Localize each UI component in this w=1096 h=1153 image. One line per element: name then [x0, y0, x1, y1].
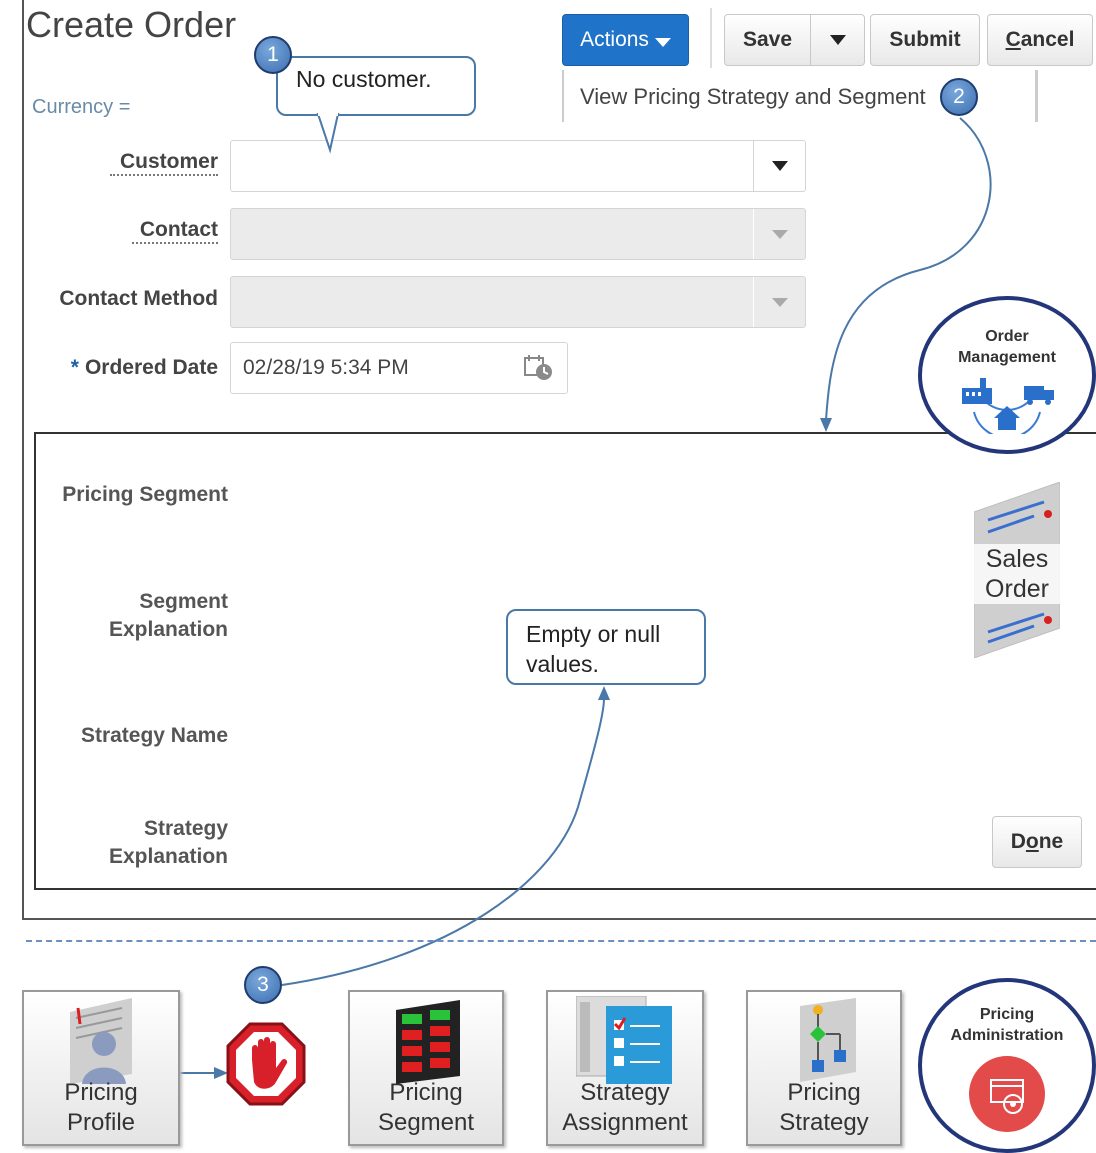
contact-dropdown-button — [753, 209, 805, 259]
pricing-segment-label: Pricing Segment — [62, 483, 228, 506]
menu-item-view-pricing-strategy[interactable]: View Pricing Strategy and Segment — [580, 84, 926, 110]
customer-field[interactable] — [230, 140, 806, 192]
strategy-assignment-line1: Strategy — [580, 1079, 670, 1106]
sales-order-line2: Order — [985, 575, 1049, 603]
chevron-down-icon — [654, 37, 671, 47]
toolbar-divider — [710, 8, 712, 68]
pricing-profile-icon — [70, 998, 132, 1084]
callout-empty-values: Empty or null values. — [506, 609, 706, 685]
order-management-line2: Management — [958, 349, 1056, 366]
contact-method-field — [230, 276, 806, 328]
contact-field — [230, 208, 806, 260]
currency-label: Currency = — [32, 96, 131, 118]
order-management-logo: Order Management — [918, 296, 1096, 454]
done-button[interactable]: Do ne — [992, 816, 1082, 868]
page-title: Create Order — [26, 4, 237, 45]
pricing-administration-title: Pricing Administration — [951, 1004, 1064, 1046]
actions-button[interactable]: Actions — [562, 14, 689, 66]
pricing-segment-line1: Pricing — [389, 1079, 463, 1106]
chevron-down-icon — [771, 229, 788, 239]
pricing-segment-tile-label: Pricing Segment — [350, 1078, 502, 1138]
factory-truck-house-icon — [962, 378, 1054, 434]
customer-label: Customer — [110, 150, 218, 176]
pricing-segment-tile: Pricing Segment — [348, 990, 504, 1146]
callout-empty-values-line2: values. — [526, 651, 599, 677]
pricing-admin-icon — [969, 1056, 1045, 1132]
step-badge-2: 2 — [940, 78, 978, 116]
strategy-explanation-line2: Explanation — [108, 845, 228, 868]
submit-button[interactable]: Submit — [870, 14, 980, 66]
save-options-button[interactable] — [811, 15, 864, 65]
segment-explanation-line1: Segment — [139, 590, 228, 613]
chevron-down-icon — [771, 297, 788, 307]
pricing-strategy-tile: Pricing Strategy — [746, 990, 902, 1146]
contact-label: Contact — [132, 218, 218, 244]
strategy-assignment-label: Strategy Assignment — [548, 1078, 702, 1138]
pricing-segment-line2: Segment — [377, 1109, 475, 1136]
strategy-explanation-label: Strategy Explanation — [36, 815, 228, 871]
cancel-button[interactable]: Cancel — [987, 14, 1093, 66]
chevron-down-icon — [771, 161, 788, 171]
chevron-down-icon — [829, 35, 846, 45]
segment-explanation-line2: Explanation — [108, 618, 228, 641]
done-label-first: D — [1010, 830, 1026, 853]
callout-no-customer: No customer. — [276, 56, 476, 116]
ordered-date-label: * Ordered Date — [40, 356, 218, 380]
ordered-date-value: 02/28/19 5:34 PM — [243, 356, 409, 379]
contact-method-label: Contact Method — [59, 287, 218, 310]
save-button[interactable]: Save — [725, 15, 811, 65]
sales-order-line1: Sales — [985, 545, 1049, 573]
pricing-admin-line2: Administration — [950, 1027, 1064, 1044]
strategy-assignment-icon — [576, 996, 672, 1084]
ordered-date-field[interactable]: 02/28/19 5:34 PM — [230, 342, 568, 394]
strategy-assignment-line2: Assignment — [562, 1109, 688, 1136]
page: Create Order Currency = Actions Save Sub… — [0, 0, 1096, 1153]
customer-dropdown-button[interactable] — [753, 141, 805, 191]
cancel-access-key: C — [1005, 28, 1021, 51]
pricing-profile-line2: Profile — [66, 1109, 136, 1136]
required-indicator: * — [70, 356, 79, 379]
step-badge-1: 1 — [254, 36, 292, 74]
callout-empty-values-line1: Empty or null — [526, 621, 661, 647]
sales-order-label: Sales Order — [974, 544, 1060, 604]
section-divider — [26, 940, 1096, 942]
calendar-clock-icon[interactable] — [523, 353, 555, 383]
pricing-strategy-line2: Strategy — [779, 1109, 869, 1136]
strategy-name-label: Strategy Name — [80, 724, 228, 747]
strategy-explanation-line1: Strategy — [143, 817, 228, 840]
pricing-profile-label: Pricing Profile — [24, 1078, 178, 1138]
order-management-line1: Order — [985, 328, 1029, 345]
contact-method-dropdown-button — [753, 277, 805, 327]
save-split-button: Save — [724, 14, 865, 66]
pricing-strategy-tile-label: Pricing Strategy — [748, 1078, 900, 1138]
done-label-rest: ne — [1038, 830, 1064, 853]
order-management-title: Order Management — [958, 326, 1056, 368]
step-badge-3: 3 — [244, 966, 282, 1004]
pricing-administration-logo: Pricing Administration — [918, 978, 1096, 1153]
pricing-strategy-line1: Pricing — [787, 1079, 861, 1106]
pricing-profile-tile: Pricing Profile — [22, 990, 180, 1146]
segment-explanation-label: Segment Explanation — [36, 588, 228, 644]
strategy-assignment-tile: Strategy Assignment — [546, 990, 704, 1146]
done-access-key: o — [1025, 830, 1039, 853]
actions-label: Actions — [580, 28, 649, 51]
cancel-label-rest: ancel — [1020, 28, 1075, 51]
pricing-admin-line1: Pricing — [979, 1006, 1035, 1023]
pricing-segment-icon — [396, 1000, 460, 1084]
stop-hand-icon — [226, 1022, 306, 1106]
pricing-strategy-icon — [800, 998, 856, 1082]
ordered-date-label-text: Ordered Date — [84, 356, 218, 379]
pricing-profile-line1: Pricing — [64, 1079, 138, 1106]
